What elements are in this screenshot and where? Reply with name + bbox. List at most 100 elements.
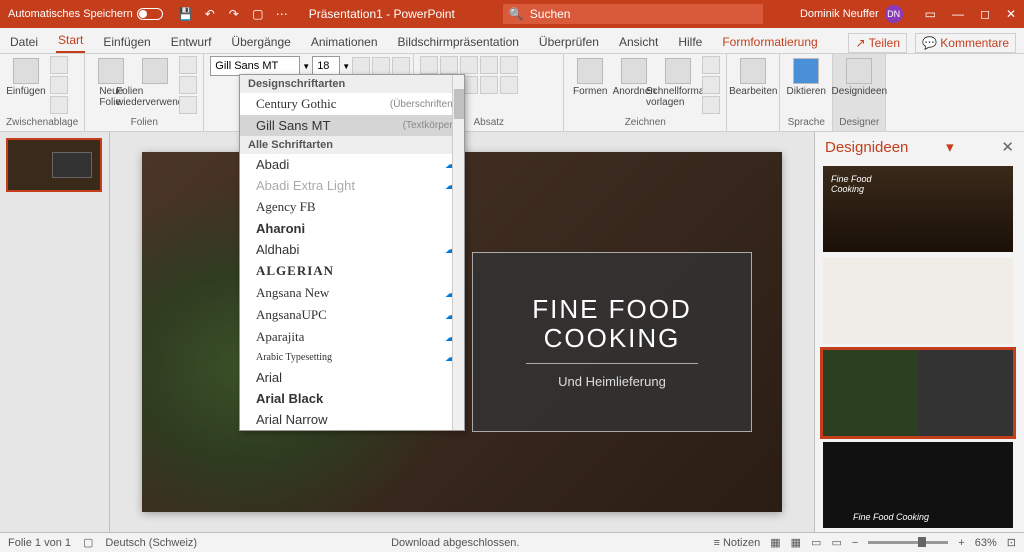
columns-icon[interactable] [500, 76, 518, 94]
close-panel-icon[interactable]: ✕ [1001, 138, 1014, 156]
reset-icon[interactable] [179, 76, 197, 94]
design-idea-1[interactable]: Fine Food Cooking [823, 166, 1013, 252]
font-item-abadi[interactable]: Abadi☁ [240, 154, 464, 175]
panel-dropdown-icon[interactable]: ▾ [946, 138, 954, 156]
size-dropdown-icon[interactable]: ▼ [342, 62, 350, 71]
close-icon[interactable]: ✕ [1006, 7, 1016, 21]
title-textbox[interactable]: FINE FOOD COOKING Und Heimlieferung [472, 252, 752, 432]
user-account[interactable]: Dominik Neuffer DN [800, 5, 903, 23]
designideas-button[interactable]: Designideen [839, 56, 879, 97]
ribbon-options-icon[interactable]: ▭ [925, 7, 936, 21]
font-item-aparajita[interactable]: Aparajita☁ [240, 326, 464, 348]
zoom-level[interactable]: 63% [975, 537, 997, 549]
tab-review[interactable]: Überprüfen [537, 31, 601, 53]
notes-button[interactable]: ≡ Notizen [713, 537, 760, 549]
tab-insert[interactable]: Einfügen [101, 31, 152, 53]
tab-file[interactable]: Datei [8, 31, 40, 53]
font-item-arial-narrow[interactable]: Arial Narrow [240, 409, 464, 430]
normal-view-icon[interactable]: ▦ [770, 536, 780, 549]
dropdown-scrollbar[interactable] [452, 75, 464, 430]
language-indicator[interactable]: Deutsch (Schweiz) [105, 537, 197, 549]
share-button[interactable]: ↗ Teilen [848, 33, 907, 53]
shapes-button[interactable]: Formen [570, 56, 610, 97]
font-item-agency-fb[interactable]: Agency FB [240, 196, 464, 218]
bullets-icon[interactable] [420, 56, 438, 74]
font-item-century-gothic[interactable]: Century Gothic(Überschriften) [240, 93, 464, 115]
slide-indicator[interactable]: Folie 1 von 1 [8, 537, 71, 549]
font-item-arial-black[interactable]: Arial Black [240, 388, 464, 409]
tab-design[interactable]: Entwurf [169, 31, 214, 53]
zoom-slider[interactable] [868, 541, 948, 544]
undo-icon[interactable]: ↶ [203, 7, 217, 21]
font-item-angsana-new[interactable]: Angsana New☁ [240, 282, 464, 304]
cut-icon[interactable] [50, 56, 68, 74]
tab-shape-format[interactable]: Formformatierung [720, 31, 819, 53]
line-spacing-icon[interactable] [500, 56, 518, 74]
indent-inc-icon[interactable] [480, 56, 498, 74]
font-item-abadi-extra-light[interactable]: Abadi Extra Light☁ [240, 175, 464, 196]
paste-button[interactable]: Einfügen [6, 56, 46, 97]
design-idea-4[interactable]: Fine Food Cooking [823, 442, 1013, 528]
comments-button[interactable]: 💬 Kommentare [915, 33, 1016, 53]
font-size-input[interactable]: 18 [312, 56, 340, 76]
slideshow-view-icon[interactable]: ▭ [831, 536, 841, 549]
font-name-input[interactable]: Gill Sans MT [210, 56, 300, 76]
maximize-icon[interactable]: ◻ [980, 7, 990, 21]
font-dropdown[interactable]: Designschriftarten Century Gothic(Übersc… [239, 74, 465, 431]
search-box[interactable]: 🔍 Suchen [503, 4, 763, 24]
autosave-toggle[interactable]: Automatisches Speichern [8, 8, 163, 20]
tab-animations[interactable]: Animationen [309, 31, 380, 53]
present-icon[interactable]: ▢ [251, 7, 265, 21]
indent-dec-icon[interactable] [460, 56, 478, 74]
reading-view-icon[interactable]: ▭ [811, 536, 821, 549]
group-clipboard: Einfügen Zwischenablage [0, 54, 85, 131]
zoom-out-icon[interactable]: − [852, 537, 858, 549]
tab-slideshow[interactable]: Bildschirmpräsentation [396, 31, 521, 53]
font-item-angsanaupc[interactable]: AngsanaUPC☁ [240, 304, 464, 326]
copy-icon[interactable] [50, 76, 68, 94]
dictate-button[interactable]: Diktieren [786, 56, 826, 97]
zoom-in-icon[interactable]: + [958, 537, 964, 549]
fit-window-icon[interactable]: ⊡ [1007, 536, 1016, 549]
font-dropdown-icon[interactable]: ▼ [302, 62, 310, 71]
slide-subtitle[interactable]: Und Heimlieferung [558, 374, 666, 389]
font-item-arial[interactable]: Arial [240, 367, 464, 388]
slide-title[interactable]: FINE FOOD COOKING [489, 295, 735, 352]
sorter-view-icon[interactable]: ▦ [791, 536, 801, 549]
tab-view[interactable]: Ansicht [617, 31, 660, 53]
layout-icon[interactable] [179, 56, 197, 74]
workspace: 1 FINE FOOD COOKING Und Heimlieferung De… [0, 132, 1024, 532]
font-item-aldhabi[interactable]: Aldhabi☁ [240, 239, 464, 260]
numbering-icon[interactable] [440, 56, 458, 74]
quickstyles-icon [665, 58, 691, 84]
justify-icon[interactable] [480, 76, 498, 94]
section-icon[interactable] [179, 96, 197, 114]
font-item-aharoni[interactable]: Aharoni [240, 218, 464, 239]
tab-start[interactable]: Start [56, 29, 85, 53]
toggle-icon[interactable] [137, 8, 163, 20]
format-painter-icon[interactable] [50, 96, 68, 114]
design-ideas-list[interactable]: Fine Food Cooking Fine Food Cooking [815, 162, 1024, 532]
font-item-arabic-typesetting[interactable]: Arabic Typesetting☁ [240, 348, 464, 367]
shape-effects-icon[interactable] [702, 96, 720, 114]
tab-transitions[interactable]: Übergänge [229, 31, 292, 53]
slide-thumbnail-1[interactable] [6, 138, 102, 192]
minimize-icon[interactable]: — [952, 7, 964, 21]
shape-fill-icon[interactable] [702, 56, 720, 74]
save-icon[interactable]: 💾 [179, 7, 193, 21]
spell-check-icon[interactable]: ▢ [83, 536, 93, 549]
font-item-algerian[interactable]: ALGERIAN [240, 260, 464, 282]
edit-button[interactable]: Bearbeiten [733, 56, 773, 97]
clear-format-icon[interactable] [392, 57, 410, 75]
quickstyles-button[interactable]: Schnellformat- vorlagen [658, 56, 698, 108]
decrease-size-icon[interactable] [372, 57, 390, 75]
shape-outline-icon[interactable] [702, 76, 720, 94]
design-idea-3[interactable] [823, 350, 1013, 436]
tab-help[interactable]: Hilfe [676, 31, 704, 53]
font-item-gill-sans[interactable]: Gill Sans MT(Textkörper) [240, 115, 464, 136]
redo-icon[interactable]: ↷ [227, 7, 241, 21]
reuse-slides-button[interactable]: Folien wiederverwenden [135, 56, 175, 108]
design-idea-2[interactable] [823, 258, 1013, 344]
more-icon[interactable]: ⋯ [275, 7, 289, 21]
increase-size-icon[interactable] [352, 57, 370, 75]
